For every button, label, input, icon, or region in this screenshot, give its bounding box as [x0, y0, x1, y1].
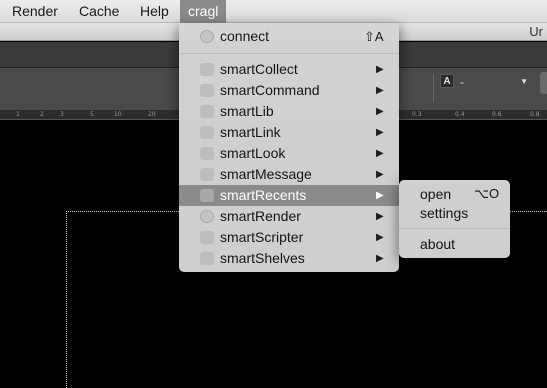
ruler-tick: 5	[90, 111, 94, 118]
smartlook-icon	[200, 147, 214, 160]
toolbar-divider	[433, 74, 434, 102]
menu-cache[interactable]: Cache	[79, 0, 119, 23]
menu-cragl[interactable]: cragl	[180, 0, 227, 23]
submenu-arrow-icon: ▶	[376, 211, 384, 222]
menu-separator	[179, 53, 399, 54]
ruler-tick: 0.8	[530, 111, 540, 118]
smartlink-icon	[200, 126, 214, 139]
submenu-arrow-icon: ▶	[376, 148, 384, 159]
smartrecents-submenu: open ⌥O settings about	[399, 180, 510, 258]
submenu-arrow-icon: ▶	[376, 64, 384, 75]
menu-item-label: connect	[220, 28, 270, 44]
window-title: Ur	[529, 24, 543, 39]
ruler-tick: 0.6	[492, 111, 502, 118]
smartmessage-icon	[200, 168, 214, 181]
menu-item-smartrecents[interactable]: smartRecents ▶	[179, 185, 399, 206]
menu-item-label: smartCollect	[220, 61, 298, 77]
submenu-item-open[interactable]: open ⌥O	[399, 184, 510, 204]
submenu-item-settings[interactable]: settings	[399, 203, 510, 223]
chevron-down-icon: ▼	[520, 77, 528, 86]
smartrender-icon	[200, 210, 214, 223]
ruler-tick: 0.3	[412, 111, 422, 118]
menu-item-label: smartLook	[220, 145, 286, 161]
menu-bar: Render Cache Help cragl	[0, 0, 547, 23]
menu-item-label: smartMessage	[220, 166, 312, 182]
menu-item-smartcollect[interactable]: smartCollect ▶	[179, 59, 399, 80]
submenu-arrow-icon: ▶	[376, 169, 384, 180]
smartlib-icon	[200, 105, 214, 118]
menu-item-smartrender[interactable]: smartRender ▶	[179, 206, 399, 227]
submenu-arrow-icon: ▶	[376, 106, 384, 117]
menu-item-smartmessage[interactable]: smartMessage ▶	[179, 164, 399, 185]
menu-item-smartshelves[interactable]: smartShelves ▶	[179, 248, 399, 269]
menu-item-label: smartRecents	[220, 187, 307, 203]
submenu-item-label: open	[420, 186, 452, 202]
submenu-arrow-icon: ▶	[376, 190, 384, 201]
submenu-item-about[interactable]: about	[399, 234, 510, 254]
menu-item-smartcommand[interactable]: smartCommand ▶	[179, 80, 399, 101]
shortcut-label: ⇧A	[364, 29, 384, 44]
font-badge[interactable]: A	[440, 74, 454, 88]
font-select[interactable]: - ▼	[456, 72, 534, 92]
menu-item-label: smartRender	[220, 208, 301, 224]
menu-item-label: smartLib	[220, 103, 274, 119]
smartshelves-icon	[200, 252, 214, 265]
submenu-arrow-icon: ▶	[376, 127, 384, 138]
smartrecents-icon	[200, 189, 214, 202]
menu-item-smartlink[interactable]: smartLink ▶	[179, 122, 399, 143]
menu-item-connect[interactable]: connect ⇧A	[179, 26, 399, 47]
submenu-item-label: about	[420, 236, 456, 252]
connect-icon	[200, 30, 214, 43]
menu-item-label: smartCommand	[220, 82, 320, 98]
panel-handle[interactable]	[540, 72, 547, 94]
menu-item-smartlib[interactable]: smartLib ▶	[179, 101, 399, 122]
menu-item-label: smartScripter	[220, 229, 304, 245]
menu-render[interactable]: Render	[12, 0, 58, 23]
menu-help[interactable]: Help	[140, 0, 169, 23]
menu-item-label: smartShelves	[220, 250, 305, 266]
ruler-tick: 1	[16, 111, 20, 118]
ruler-tick: 2	[40, 111, 44, 118]
ruler-tick: 20	[148, 111, 156, 118]
submenu-arrow-icon: ▶	[376, 232, 384, 243]
submenu-arrow-icon: ▶	[376, 85, 384, 96]
ruler-tick: 10	[114, 111, 122, 118]
shortcut-label: ⌥O	[474, 186, 500, 201]
submenu-arrow-icon: ▶	[376, 253, 384, 264]
ruler-tick: 0.4	[455, 111, 465, 118]
smartcollect-icon	[200, 63, 214, 76]
menu-item-smartscripter[interactable]: smartScripter ▶	[179, 227, 399, 248]
menu-item-label: smartLink	[220, 124, 281, 140]
smartscripter-icon	[200, 231, 214, 244]
smartcommand-icon	[200, 84, 214, 97]
submenu-item-label: settings	[420, 205, 469, 221]
font-select-value: -	[460, 75, 464, 89]
ruler-tick: 3	[60, 111, 64, 118]
menu-separator	[399, 228, 510, 229]
menu-item-smartlook[interactable]: smartLook ▶	[179, 143, 399, 164]
cragl-dropdown-menu: connect ⇧A smartCollect ▶ smartCommand ▶…	[179, 23, 399, 272]
